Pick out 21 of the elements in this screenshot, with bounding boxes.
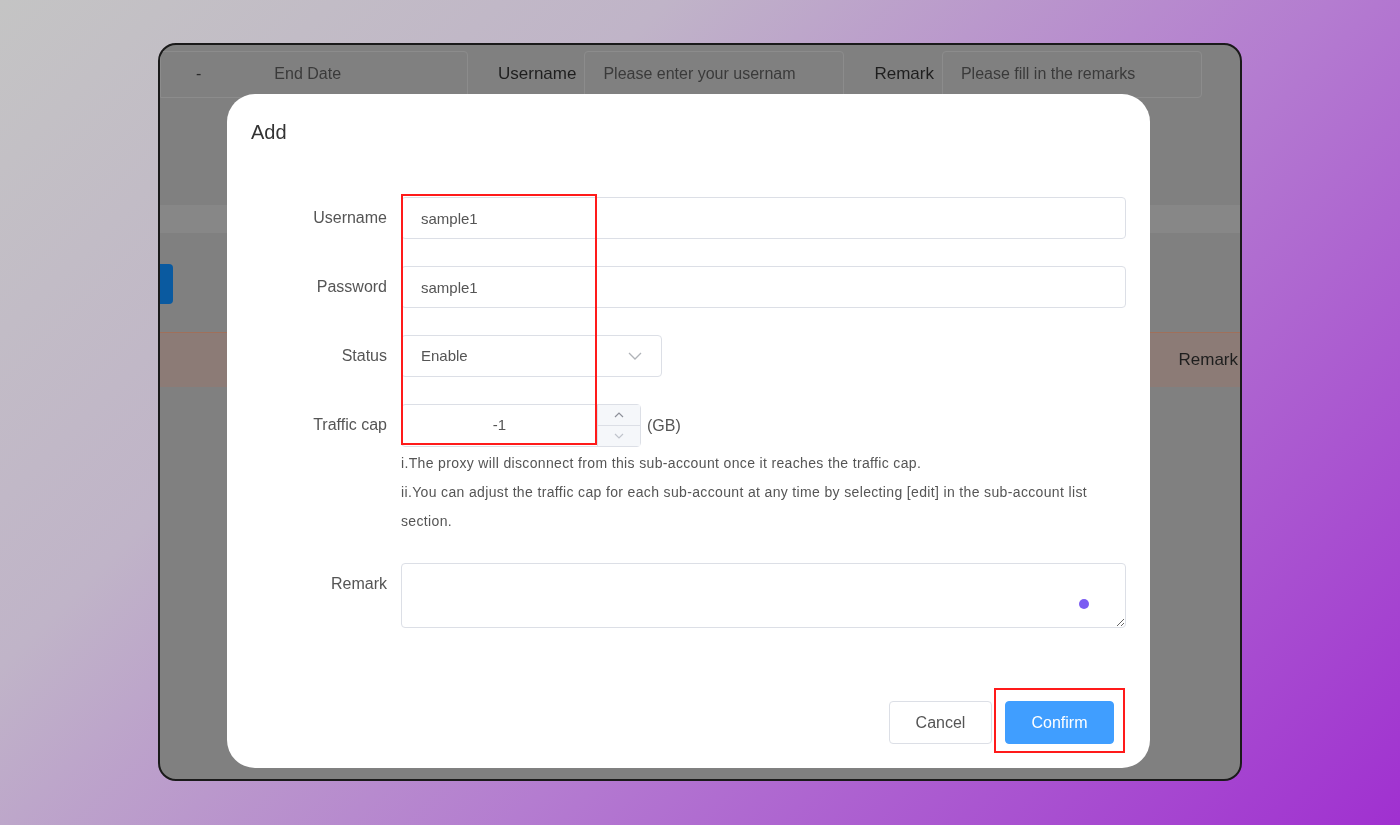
field-label: Traffic cap [312, 415, 387, 435]
add-button-edge[interactable] [160, 264, 173, 304]
range-separator: - [196, 64, 202, 84]
field-label: Status [340, 346, 387, 366]
column-header: Remark [1178, 349, 1238, 372]
field-label: Username [312, 208, 387, 228]
filter-label: Username [498, 63, 577, 86]
end-date-placeholder: End Date [274, 64, 342, 84]
filter-label: Remark [874, 63, 934, 86]
chevron-down-icon [628, 352, 642, 360]
field-label: Remark [330, 574, 387, 594]
cancel-button[interactable]: Cancel [889, 701, 992, 744]
dialog-title: Add [251, 120, 288, 145]
chevron-down-icon [614, 433, 624, 439]
unit-label: (GB) [647, 415, 681, 436]
text-field[interactable]: sample1 [401, 266, 1126, 308]
remark-field[interactable] [401, 563, 1126, 628]
hint-text: ii.You can adjust the traffic cap for each sub-account at any time by selecting [edit] in the sub-account list section. [401, 483, 1088, 531]
hint-text: i.The proxy will disconnect from this sub-account once it reaches the traffic cap. [401, 454, 923, 473]
field-label: Password [315, 277, 387, 297]
chevron-up-icon [614, 412, 624, 418]
